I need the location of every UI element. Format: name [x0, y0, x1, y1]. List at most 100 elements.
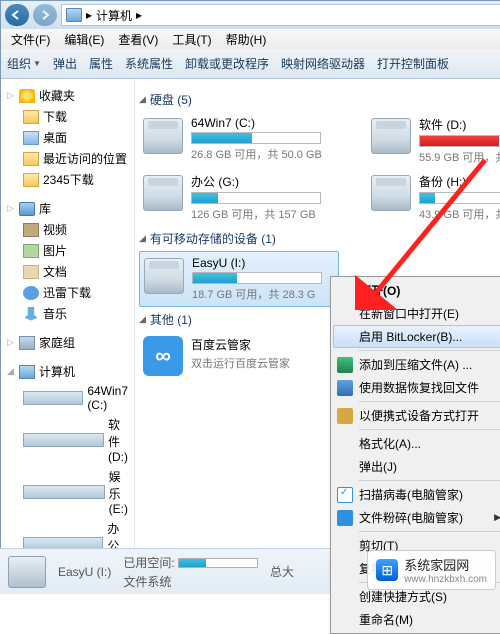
tb-eject[interactable]: 弹出: [53, 55, 77, 72]
sidebar-documents[interactable]: 文档: [1, 261, 134, 282]
tb-sysprops[interactable]: 系统属性: [125, 55, 173, 72]
sidebar-drive-d[interactable]: 软件 (D:): [1, 414, 134, 466]
address-bar[interactable]: ▸ 计算机 ▸: [61, 4, 500, 26]
homegroup-icon: [19, 336, 35, 350]
ctx-separator: [359, 429, 500, 430]
drive-icon: [144, 258, 184, 294]
drive-icon: [23, 433, 104, 447]
restore-icon: [337, 380, 353, 396]
ctx-add-to-zip[interactable]: 添加到压缩文件(A) ...: [333, 353, 500, 376]
music-icon: [23, 307, 39, 321]
watermark: ⊞ 系统家园网 www.hnzkbxh.com: [367, 550, 496, 590]
portable-icon: [337, 408, 353, 424]
drive-name: 备份 (H:): [419, 173, 500, 190]
baidu-icon: ∞: [143, 336, 183, 376]
drive-stats: 43.9 GB 可用，共 49: [419, 206, 500, 222]
ctx-scan-virus[interactable]: 扫描病毒(电脑管家): [333, 483, 500, 506]
computer-icon: [19, 365, 35, 379]
sidebar-desktop[interactable]: 桌面: [1, 127, 134, 148]
ctx-shred[interactable]: 文件粉碎(电脑管家)▶: [333, 506, 500, 529]
drive-stats: 126 GB 可用，共 157 GB: [191, 206, 321, 222]
sidebar-libraries[interactable]: ▷库: [1, 198, 134, 219]
drive-name: 软件 (D:): [419, 116, 500, 133]
drive-d[interactable]: 软件 (D:) 55.9 GB 可用，共: [367, 112, 500, 169]
menu-tools[interactable]: 工具(T): [166, 29, 217, 50]
forward-button[interactable]: [33, 4, 57, 26]
ctx-separator: [359, 531, 500, 532]
drive-name: 64Win7 (C:): [191, 116, 322, 130]
drive-c[interactable]: 64Win7 (C:) 26.8 GB 可用，共 50.0 GB: [139, 112, 331, 169]
ctx-open[interactable]: 打开(O): [333, 279, 500, 302]
sidebar-pictures[interactable]: 图片: [1, 240, 134, 261]
section-hdd[interactable]: ◢硬盘 (5): [139, 87, 500, 112]
tb-cpanel[interactable]: 打开控制面板: [377, 55, 449, 72]
back-button[interactable]: [5, 4, 29, 26]
folder-icon: [23, 173, 39, 187]
sidebar-videos[interactable]: 视频: [1, 219, 134, 240]
drive-icon: [23, 485, 105, 499]
ctx-separator: [359, 480, 500, 481]
ctx-restore[interactable]: 使用数据恢复找回文件: [333, 376, 500, 399]
drive-stats: 55.9 GB 可用，共: [419, 149, 500, 165]
menu-edit[interactable]: 编辑(E): [58, 29, 110, 50]
ctx-portable[interactable]: 以便携式设备方式打开: [333, 404, 500, 427]
ctx-open-new-window[interactable]: 在新窗口中打开(E): [333, 302, 500, 325]
menu-help[interactable]: 帮助(H): [220, 29, 273, 50]
ctx-rename[interactable]: 重命名(M): [333, 608, 500, 631]
sidebar-favorites[interactable]: ▷收藏夹: [1, 85, 134, 106]
library-icon: [19, 202, 35, 216]
ctx-bitlocker[interactable]: 启用 BitLocker(B)...: [333, 325, 500, 348]
folder-icon: [23, 110, 39, 124]
recent-icon: [23, 152, 39, 166]
tb-properties[interactable]: 属性: [89, 55, 113, 72]
address-sep: ▸: [86, 8, 92, 22]
section-removable[interactable]: ◢有可移动存储的设备 (1): [139, 226, 500, 251]
sidebar-downloads[interactable]: 下载: [1, 106, 134, 127]
document-icon: [23, 265, 39, 279]
menu-file[interactable]: 文件(F): [5, 29, 56, 50]
logo-icon: ⊞: [376, 559, 398, 581]
status-total-label: 总大: [270, 563, 294, 580]
drive-i[interactable]: EasyU (I:) 18.7 GB 可用，共 28.3 G: [139, 251, 339, 307]
drive-stats: 26.8 GB 可用，共 50.0 GB: [191, 146, 322, 162]
item-name: 百度云管家: [191, 336, 290, 353]
ctx-format[interactable]: 格式化(A)...: [333, 432, 500, 455]
usage-bar: [191, 132, 321, 144]
sidebar-xunlei[interactable]: 迅雷下载: [1, 282, 134, 303]
status-fs-label: 文件系统: [123, 573, 258, 590]
sidebar-drive-c[interactable]: 64Win7 (C:): [1, 382, 134, 414]
drive-icon: [8, 556, 46, 588]
sidebar-recent[interactable]: 最近访问的位置: [1, 148, 134, 169]
sidebar-2345[interactable]: 2345下载: [1, 169, 134, 190]
picture-icon: [23, 244, 39, 258]
ctx-eject[interactable]: 弹出(J): [333, 455, 500, 478]
status-used-label: 已用空间:: [123, 556, 174, 570]
usage-bar: [192, 272, 322, 284]
usage-bar: [419, 135, 500, 147]
sidebar-drive-e[interactable]: 娱乐 (E:): [1, 466, 134, 518]
xunlei-icon: [23, 286, 39, 300]
tb-netdrive[interactable]: 映射网络驱动器: [281, 55, 365, 72]
computer-icon: [66, 8, 82, 22]
menu-view[interactable]: 查看(V): [112, 29, 164, 50]
sidebar-music[interactable]: 音乐: [1, 303, 134, 324]
address-label: 计算机: [96, 7, 132, 24]
shred-icon: [337, 510, 353, 526]
drive-name: 办公 (G:): [191, 173, 321, 190]
drive-stats: 18.7 GB 可用，共 28.3 G: [192, 286, 322, 302]
usage-bar: [419, 192, 500, 204]
item-baidu[interactable]: ∞ 百度云管家 双击运行百度云管家: [139, 332, 339, 380]
drive-h[interactable]: 备份 (H:) 43.9 GB 可用，共 49: [367, 169, 500, 226]
watermark-url: www.hnzkbxh.com: [404, 574, 487, 585]
item-sub: 双击运行百度云管家: [191, 355, 290, 371]
tb-uninstall[interactable]: 卸载或更改程序: [185, 55, 269, 72]
tb-organize[interactable]: 组织▼: [7, 55, 41, 72]
drive-icon: [143, 118, 183, 154]
menubar: 文件(F) 编辑(E) 查看(V) 工具(T) 帮助(H): [1, 29, 500, 49]
drive-icon: [371, 118, 411, 154]
titlebar: ▸ 计算机 ▸: [1, 1, 500, 29]
drive-g[interactable]: 办公 (G:) 126 GB 可用，共 157 GB: [139, 169, 331, 226]
sidebar: ▷收藏夹 下载 桌面 最近访问的位置 2345下载 ▷库 视频 图片 文档 迅雷…: [1, 79, 135, 593]
sidebar-homegroup[interactable]: ▷家庭组: [1, 332, 134, 353]
sidebar-computer[interactable]: ◢计算机: [1, 361, 134, 382]
